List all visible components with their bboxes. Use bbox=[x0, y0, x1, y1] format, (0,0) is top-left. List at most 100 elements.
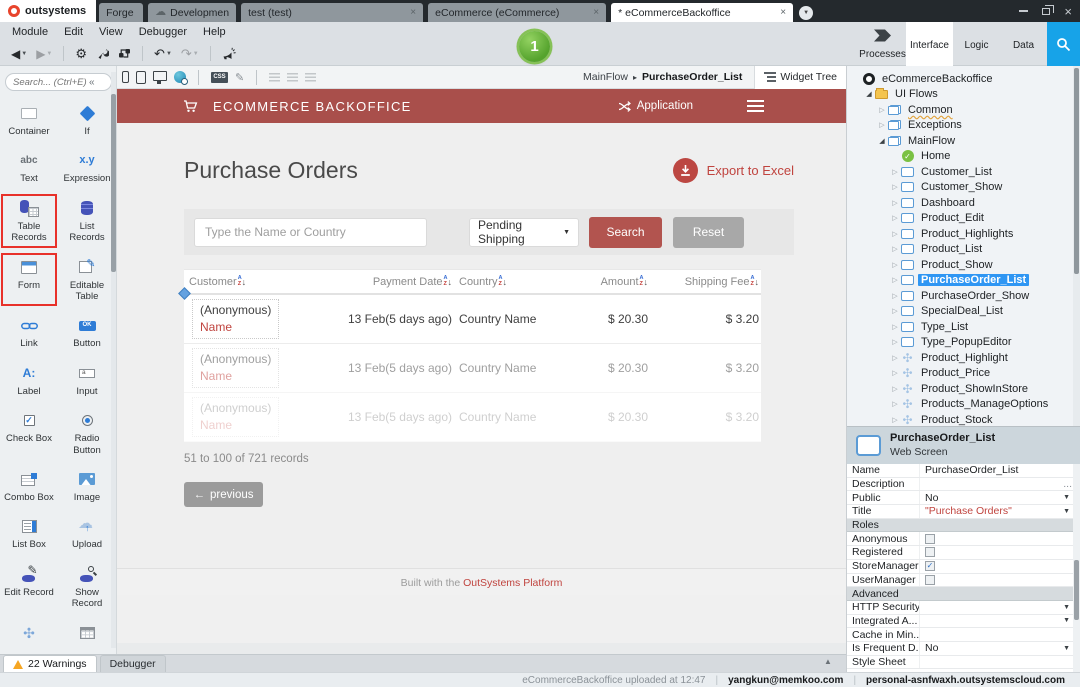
customer-widget-box[interactable]: (Anonymous) Name bbox=[192, 348, 280, 388]
debugger-tab[interactable]: Debugger bbox=[99, 655, 166, 672]
redo-button[interactable]: ↷ ▼ bbox=[178, 47, 202, 60]
widget-image[interactable]: Image bbox=[61, 467, 113, 505]
layer-tab-data[interactable]: Data bbox=[1000, 22, 1047, 66]
column-header-country[interactable]: Country A Z ↓ bbox=[454, 275, 550, 287]
browser-preview-icon[interactable] bbox=[174, 71, 188, 85]
environment-host[interactable]: personal-asnfwaxh.outsystemscloud.com bbox=[866, 675, 1065, 686]
column-header-amount[interactable]: Amount A Z ↓ bbox=[550, 275, 650, 287]
tree-item-customer-show[interactable]: ▷ Customer_Show bbox=[847, 180, 1080, 196]
tree-item-dashboard[interactable]: ▷ Dashboard bbox=[847, 195, 1080, 211]
tree-item-product-highlight[interactable]: ▷ ✣ Product_Highlight bbox=[847, 350, 1080, 366]
styles-icon[interactable]: ✎ bbox=[235, 71, 244, 84]
expand-icon[interactable]: ▷ bbox=[890, 323, 900, 331]
widget-check-box[interactable]: ✓ Check Box bbox=[3, 408, 55, 458]
prop-value[interactable] bbox=[919, 532, 1080, 546]
expand-icon[interactable]: ▷ bbox=[890, 338, 900, 346]
global-search-button[interactable] bbox=[1047, 22, 1080, 66]
widget-button[interactable]: OK Button bbox=[61, 313, 113, 351]
expand-icon[interactable]: ▷ bbox=[877, 121, 887, 129]
prop-value[interactable] bbox=[919, 655, 1080, 669]
status-dropdown[interactable]: Pending Shipping ▼ bbox=[469, 217, 579, 247]
tree-item-common[interactable]: ▷ Common bbox=[847, 102, 1080, 118]
checkbox-unchecked-icon[interactable] bbox=[925, 547, 935, 558]
expand-icon[interactable]: ▷ bbox=[890, 416, 900, 424]
expand-icon[interactable]: ▷ bbox=[890, 214, 900, 222]
tree-item-purchaseorder-show[interactable]: ▷ PurchaseOrder_Show bbox=[847, 288, 1080, 304]
css-editor-icon[interactable]: CSS bbox=[211, 71, 228, 83]
customer-widget-box[interactable]: (Anonymous) Name bbox=[192, 397, 280, 437]
expand-icon[interactable]: ▷ bbox=[890, 307, 900, 315]
tree-item-type-popupeditor[interactable]: ▷ Type_PopupEditor bbox=[847, 335, 1080, 351]
tree-item-product-edit[interactable]: ▷ Product_Edit bbox=[847, 211, 1080, 227]
expand-icon[interactable]: ▷ bbox=[890, 261, 900, 269]
toolbox-scrollbar[interactable] bbox=[111, 72, 116, 648]
settings-button[interactable]: ⚙ bbox=[72, 47, 90, 60]
tree-item-product-show[interactable]: ▷ Product_Show bbox=[847, 257, 1080, 273]
tree-item-product-highlights[interactable]: ▷ Product_Highlights bbox=[847, 226, 1080, 242]
expand-icon[interactable]: ▷ bbox=[890, 292, 900, 300]
prop-value[interactable] bbox=[919, 628, 1080, 641]
menu-item-view[interactable]: View bbox=[91, 24, 131, 40]
hamburger-menu-icon[interactable] bbox=[747, 99, 764, 113]
prop-value[interactable]: PurchaseOrder_List bbox=[919, 464, 1080, 477]
chevron-down-icon[interactable]: ▼ bbox=[1063, 617, 1070, 624]
expand-icon[interactable]: ▷ bbox=[890, 385, 900, 393]
tab-overflow-button[interactable]: ▼ bbox=[799, 6, 814, 20]
tutorial-step-badge[interactable]: 1 bbox=[519, 31, 550, 62]
align-left-icon[interactable] bbox=[269, 72, 281, 82]
prop-value[interactable]: No ▼ bbox=[919, 641, 1080, 655]
tree-item-purchaseorder-list[interactable]: ▷ PurchaseOrder_List bbox=[847, 273, 1080, 289]
tree-item-ui-flows[interactable]: ◢ UI Flows bbox=[847, 87, 1080, 103]
expand-icon[interactable]: ▷ bbox=[890, 400, 900, 408]
sort-az-icon[interactable]: A Z ↓ bbox=[751, 275, 759, 287]
sort-az-icon[interactable]: A Z ↓ bbox=[238, 275, 246, 287]
widget-edit-record[interactable]: ✎ Edit Record bbox=[3, 562, 55, 612]
tree-item-ecommercebackoffice[interactable]: eCommerceBackoffice bbox=[847, 71, 1080, 87]
prop-value[interactable]: ▼ bbox=[919, 600, 1080, 614]
tree-item-product-price[interactable]: ▷ ✣ Product_Price bbox=[847, 366, 1080, 382]
undo-button[interactable]: ↶ ▼ bbox=[151, 47, 175, 60]
close-tab-icon[interactable]: × bbox=[404, 7, 416, 18]
app-tab-forge[interactable]: Forge bbox=[99, 3, 144, 22]
publish-feedback-button[interactable] bbox=[219, 47, 240, 60]
expand-icon[interactable]: ▷ bbox=[890, 369, 900, 377]
tree-item-products-manageoptions[interactable]: ▷ ✣ Products_ManageOptions bbox=[847, 397, 1080, 413]
checkbox-checked-icon[interactable]: ✓ bbox=[925, 561, 935, 572]
back-button[interactable]: ◀ ▼ bbox=[8, 48, 30, 60]
properties-scrollbar[interactable] bbox=[1073, 464, 1080, 672]
sort-az-icon[interactable]: A Z ↓ bbox=[499, 275, 507, 287]
chevron-down-icon[interactable]: ▼ bbox=[1063, 604, 1070, 611]
minimize-icon[interactable] bbox=[1019, 10, 1029, 12]
column-header-shipping-fee[interactable]: Shipping Fee A Z ↓ bbox=[650, 275, 761, 287]
app-tab-test-test[interactable]: test (test) × bbox=[241, 3, 424, 22]
widget-editable-table[interactable]: ✎ Editable Table bbox=[61, 255, 113, 305]
menu-item-edit[interactable]: Edit bbox=[56, 24, 91, 40]
expand-icon[interactable]: ▷ bbox=[877, 106, 887, 114]
sort-az-icon[interactable]: A Z ↓ bbox=[444, 275, 452, 287]
tree-item-mainflow[interactable]: ◢ MainFlow bbox=[847, 133, 1080, 149]
prop-value[interactable] bbox=[919, 573, 1080, 587]
align-right-icon[interactable] bbox=[305, 72, 317, 82]
app-tab-ecommerce-ecommerce[interactable]: eCommerce (eCommerce) × bbox=[428, 3, 607, 22]
app-tab-ecommercebackoffice[interactable]: * eCommerceBackoffice × bbox=[611, 3, 794, 22]
align-center-icon[interactable] bbox=[287, 72, 299, 82]
phone-preview-icon[interactable] bbox=[122, 71, 129, 83]
prop-value[interactable]: ... bbox=[919, 477, 1080, 491]
tablet-preview-icon[interactable] bbox=[136, 70, 146, 84]
widget-text[interactable]: abc Text bbox=[3, 148, 55, 186]
tools-button[interactable] bbox=[93, 47, 112, 60]
manage-dependencies-button[interactable] bbox=[115, 47, 134, 60]
expand-icon[interactable]: ▷ bbox=[890, 276, 900, 284]
prop-value[interactable]: ✓ bbox=[919, 559, 1080, 573]
prop-value[interactable]: No ▼ bbox=[919, 491, 1080, 505]
widget-expression[interactable]: x.y Expression bbox=[61, 148, 113, 186]
menu-item-help[interactable]: Help bbox=[195, 24, 234, 40]
widget-list-box[interactable]: List Box bbox=[3, 514, 55, 552]
layer-tab-logic[interactable]: Logic bbox=[953, 22, 1000, 66]
widget-container[interactable]: Container bbox=[3, 101, 55, 139]
site-title[interactable]: ECOMMERCE BACKOFFICE bbox=[213, 99, 412, 114]
breadcrumb-screen[interactable]: PurchaseOrder_List bbox=[642, 71, 742, 83]
customer-widget-box[interactable]: (Anonymous) Name bbox=[192, 299, 280, 339]
breadcrumb-flow[interactable]: MainFlow bbox=[583, 71, 628, 83]
search-button[interactable]: Search bbox=[589, 216, 662, 248]
